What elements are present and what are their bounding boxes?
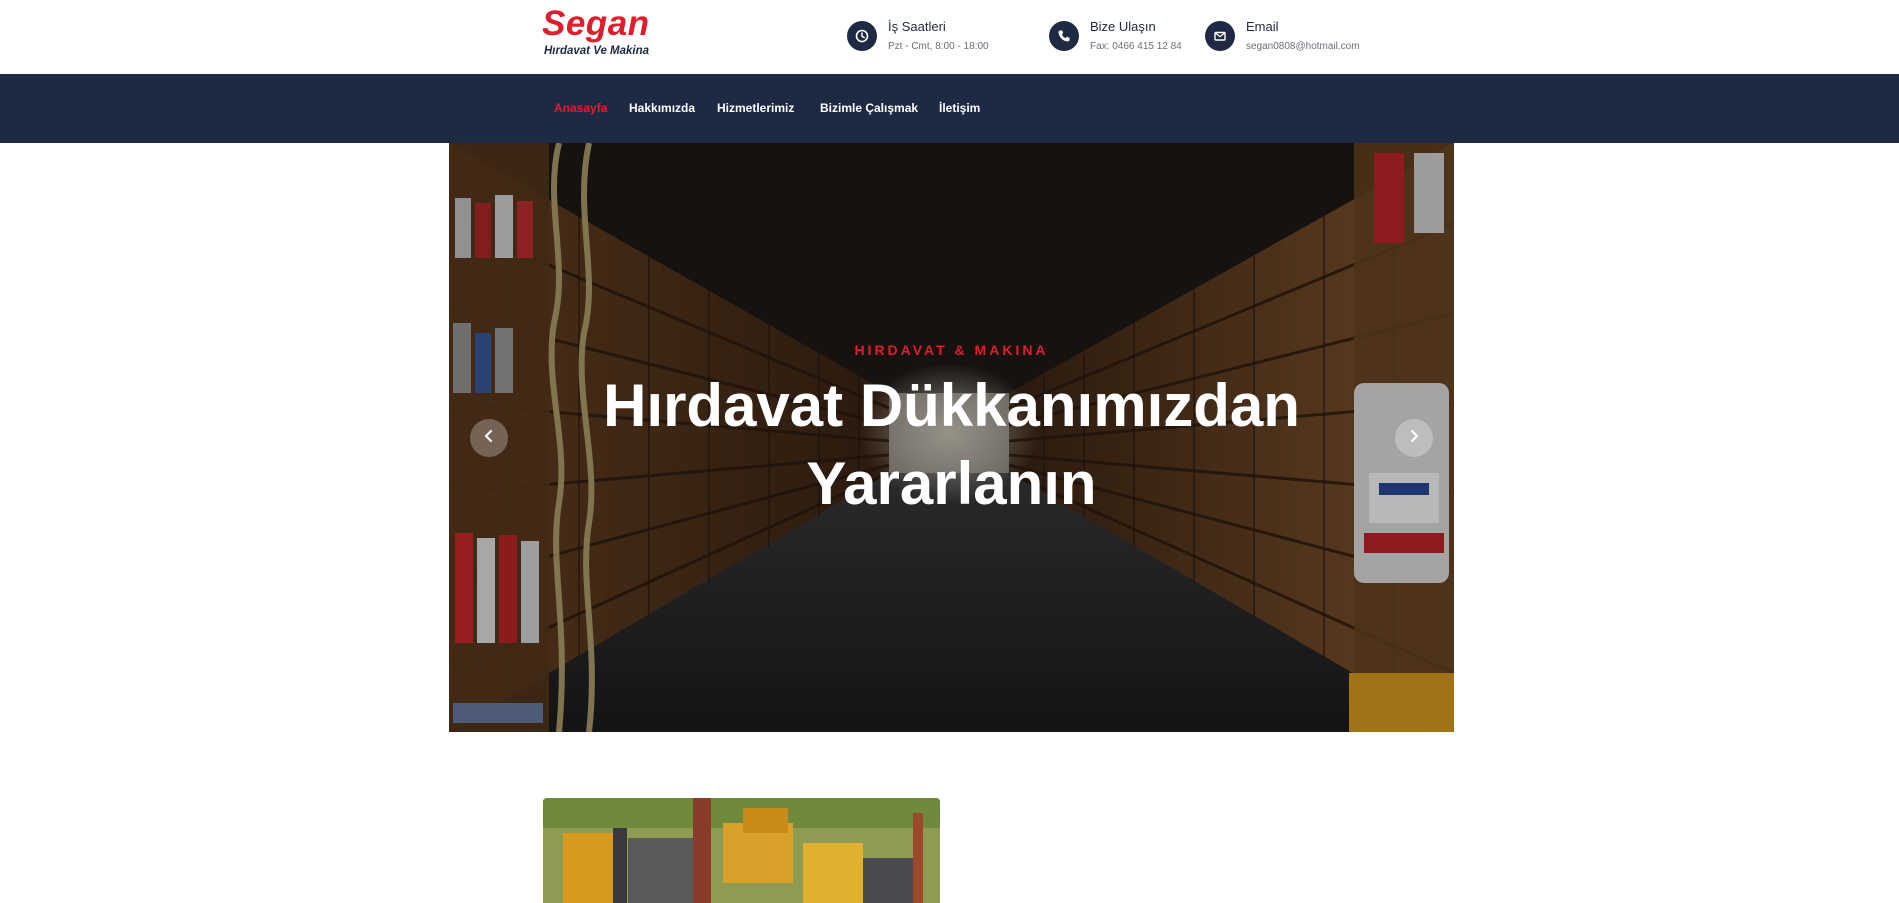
nav-item-iletisim[interactable]: İletişim <box>939 100 980 116</box>
phone-icon <box>1049 21 1079 51</box>
hero-slider: HIRDAVAT & MAKINA Hırdavat Dükkanımızdan… <box>449 143 1454 732</box>
info-text: Pzt - Cmt, 8:00 - 18:00 <box>888 41 989 52</box>
hero-title-text: Hırdavat Dükkanımızdan Yararlanın <box>603 372 1300 517</box>
slider-next-button[interactable] <box>1395 419 1433 457</box>
info-title: Email <box>1246 19 1279 34</box>
chevron-left-icon <box>482 429 496 448</box>
info-text: Fax: 0466 415 12 84 <box>1090 41 1182 52</box>
nav-item-hakkimizda[interactable]: Hakkımızda <box>629 100 695 116</box>
hero-title: Hırdavat Dükkanımızdan Yararlanın <box>449 367 1454 523</box>
envelope-icon <box>1205 21 1235 51</box>
clock-icon <box>847 21 877 51</box>
info-title: Bize Ulaşın <box>1090 19 1156 34</box>
nav-item-anasayfa[interactable]: Anasayfa <box>554 100 607 116</box>
nav-item-hizmetlerimiz[interactable]: Hizmetlerimiz <box>717 100 794 116</box>
brand-tagline: Hırdavat Ve Makina <box>544 45 650 57</box>
brand-name: Segan <box>542 4 650 43</box>
machinery-photo <box>543 798 940 903</box>
main-navbar: Anasayfa Hakkımızda Hizmetlerimiz Biziml… <box>0 74 1899 143</box>
chevron-right-icon <box>1407 429 1421 448</box>
slider-prev-button[interactable] <box>470 419 508 457</box>
brand-logo[interactable]: Segan Hırdavat Ve Makina <box>542 4 672 58</box>
top-header: Segan Hırdavat Ve Makina İş Saatleri Pzt… <box>0 0 1899 74</box>
info-title: İş Saatleri <box>888 19 946 34</box>
nav-item-bizimle-calismak[interactable]: Bizimle Çalışmak <box>820 100 918 116</box>
info-text[interactable]: segan0808@hotmail.com <box>1246 40 1360 53</box>
hero-eyebrow: HIRDAVAT & MAKINA <box>854 342 1049 358</box>
